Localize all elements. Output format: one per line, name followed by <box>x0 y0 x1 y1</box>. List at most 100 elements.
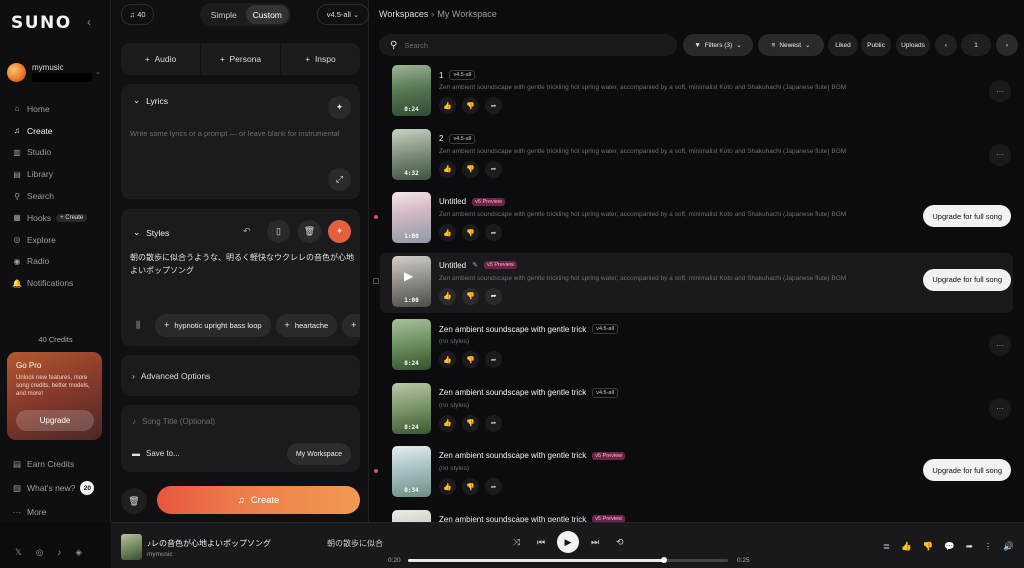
player-title[interactable]: ♪レの音色が心地よいポップソング <box>147 538 271 549</box>
upgrade-full-song-button[interactable]: Upgrade for full song <box>923 205 1011 227</box>
repeat-icon[interactable]: ⟲ <box>616 537 624 548</box>
more-options-button[interactable]: ··· <box>989 334 1011 356</box>
thumbs-down-icon[interactable]: 👎 <box>462 224 479 241</box>
play-button[interactable]: ▶ <box>557 531 579 553</box>
sidebar-item-radio[interactable]: ◉ Radio <box>12 251 106 273</box>
breadcrumb-workspaces[interactable]: Workspaces <box>379 9 428 19</box>
version-select[interactable]: v4.5-all ⌄ <box>317 4 369 25</box>
lyrics-header[interactable]: ⌄ Lyrics <box>133 95 168 106</box>
thumbs-up-icon[interactable]: 👍 <box>901 541 912 552</box>
song-row[interactable]: 0:24 Zen ambient soundscape with gentle t… <box>380 380 1013 440</box>
thumbs-up-icon[interactable]: 👍 <box>439 351 456 368</box>
thumbs-down-icon[interactable]: 👎 <box>462 160 479 178</box>
song-cover[interactable]: 0:24 <box>392 382 431 434</box>
share-icon[interactable]: ➦ <box>485 287 502 305</box>
sidebar-item-search[interactable]: ⚲ Search <box>12 185 106 207</box>
song-title[interactable]: Zen ambient soundscape with gentle trick <box>439 451 586 460</box>
x-icon[interactable]: 𝕏 <box>15 547 22 558</box>
next-page-button[interactable]: › <box>996 34 1018 56</box>
play-icon[interactable]: ▶ <box>404 269 413 283</box>
share-icon[interactable]: ➦ <box>485 160 502 178</box>
select-checkbox[interactable] <box>373 277 379 284</box>
song-title[interactable]: Zen ambient soundscape with gentle trick <box>439 515 586 523</box>
thumbs-down-icon[interactable]: 👎 <box>923 541 934 552</box>
filters-button[interactable]: ▼ Filters (3) ⌄ <box>683 34 753 56</box>
share-icon[interactable]: ➦ <box>485 414 502 432</box>
sort-button[interactable]: ≡ Newest ⌄ <box>758 34 824 56</box>
advanced-options-toggle[interactable]: › Advanced Options <box>121 355 360 396</box>
library-icon[interactable]: ⫼ <box>136 320 140 331</box>
song-title[interactable]: Zen ambient soundscape with gentle trick <box>439 388 586 397</box>
style-tag[interactable]: + heartache <box>275 313 338 337</box>
song-row[interactable]: 4:32 2 v4.5-all Zen ambient soundscape with… <box>380 126 1013 186</box>
progress-bar[interactable] <box>408 557 728 563</box>
song-title[interactable]: 1 <box>439 71 443 80</box>
thumbs-up-icon[interactable]: 👍 <box>439 414 456 432</box>
clear-button[interactable]: 🗑 <box>121 488 147 514</box>
share-icon[interactable]: ➦ <box>485 351 502 368</box>
more-options-button[interactable]: ··· <box>989 143 1011 166</box>
styles-header[interactable]: ⌄ Styles <box>133 227 169 238</box>
volume-icon[interactable]: 🔊 <box>1003 541 1014 552</box>
credit-pill[interactable]: ♫ 40 <box>121 4 154 25</box>
public-filter[interactable]: Public <box>861 34 891 56</box>
song-row[interactable]: Zen ambient soundscape with gentle trick… <box>380 507 1013 523</box>
song-cover[interactable] <box>392 509 431 522</box>
create-button[interactable]: ♫ Create <box>157 486 360 514</box>
thumbs-up-icon[interactable]: 👍 <box>439 478 456 495</box>
more-options-button[interactable]: ··· <box>989 397 1011 420</box>
page-number[interactable]: 1 <box>961 34 991 56</box>
share-icon[interactable]: ➦ <box>485 478 502 495</box>
song-row[interactable]: 1:00 Untitled v5 Preview Zen ambient sounds… <box>374 189 1013 249</box>
add-inspo-button[interactable]: + Inspo <box>281 43 360 75</box>
song-title[interactable]: 2 <box>439 134 443 143</box>
mode-custom[interactable]: Custom <box>245 5 289 24</box>
sidebar-item-explore[interactable]: ◎ Explore <box>12 229 106 251</box>
next-icon[interactable]: ⏭ <box>591 537 599 548</box>
create-hook-badge[interactable]: + Create <box>56 213 88 222</box>
song-cover[interactable]: 0:24 <box>392 319 431 370</box>
share-icon[interactable]: ➦ <box>485 224 502 241</box>
progress-handle[interactable] <box>661 557 667 563</box>
undo-icon[interactable]: ↶ <box>243 226 251 237</box>
add-persona-button[interactable]: + Persona <box>201 43 281 75</box>
song-cover[interactable]: 1:00 <box>392 192 431 243</box>
share-icon[interactable]: ➦ <box>966 541 973 552</box>
thumbs-up-icon[interactable]: 👍 <box>439 160 456 178</box>
bookmark-button[interactable]: ▯ <box>267 220 290 243</box>
sidebar-item-studio[interactable]: ▥ Studio <box>12 142 106 164</box>
thumbs-down-icon[interactable]: 👎 <box>462 478 479 495</box>
sidebar-item-hooks[interactable]: ▦ Hooks + Create <box>12 207 106 229</box>
song-title[interactable]: Zen ambient soundscape with gentle trick <box>439 325 586 334</box>
player-cover[interactable] <box>121 534 142 560</box>
prev-page-button[interactable]: ‹ <box>935 34 957 56</box>
thumbs-up-icon[interactable]: 👍 <box>439 224 456 241</box>
magic-wand-button[interactable]: ✦ <box>328 96 351 119</box>
mode-simple[interactable]: Simple <box>202 5 246 24</box>
suno-logo[interactable]: SUNO <box>11 13 72 33</box>
thumbs-down-icon[interactable]: 👎 <box>462 351 479 368</box>
song-cover[interactable]: 4:32 <box>392 128 431 180</box>
style-tag[interactable]: + hypnotic upright bass loop <box>155 313 271 337</box>
sidebar-item-notifications[interactable]: 🔔 Notifications <box>12 272 106 294</box>
thumbs-down-icon[interactable]: 👎 <box>462 414 479 432</box>
thumbs-up-icon[interactable]: 👍 <box>439 287 456 305</box>
liked-filter[interactable]: Liked <box>828 34 858 56</box>
upgrade-full-song-button[interactable]: Upgrade for full song <box>923 268 1011 291</box>
comment-icon[interactable]: 💬 <box>944 541 955 552</box>
whats-new-link[interactable]: ▧ What's new? 20 <box>12 476 106 500</box>
previous-icon[interactable]: ⏮ <box>537 537 545 548</box>
share-icon[interactable]: ➦ <box>485 97 502 114</box>
instagram-icon[interactable]: ◎ <box>36 547 43 558</box>
song-row[interactable]: 0:34 Zen ambient soundscape with gentle t… <box>374 443 1013 503</box>
thumbs-down-icon[interactable]: 👎 <box>462 287 479 305</box>
thumbs-down-icon[interactable]: 👎 <box>462 97 479 114</box>
more-options-button[interactable]: ··· <box>989 80 1011 102</box>
user-menu[interactable]: mymusic ⌄ <box>7 61 105 85</box>
add-audio-button[interactable]: + Audio <box>121 43 201 75</box>
shuffle-icon[interactable]: ⤨ <box>513 537 520 548</box>
song-title[interactable]: Untitled <box>439 197 466 206</box>
song-title-input[interactable]: ♪ Song Title (Optional) <box>132 417 215 426</box>
sidebar-item-create[interactable]: ♫ Create <box>12 120 106 142</box>
more-link[interactable]: ··· More <box>12 500 106 524</box>
